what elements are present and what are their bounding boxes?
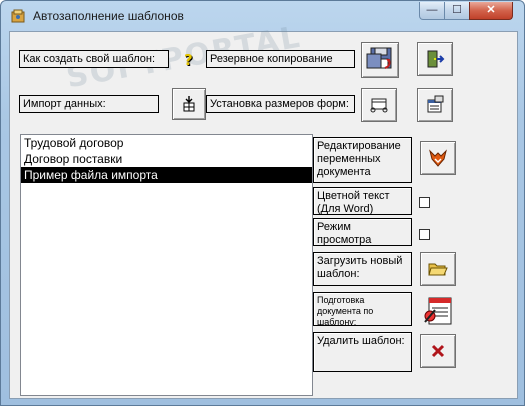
prepare-doc-label: Подготовка документа по шаблону: xyxy=(313,292,412,326)
title-bar[interactable]: Автозаполнение шаблонов — ☐ ✕ xyxy=(1,1,524,31)
prepare-doc-button[interactable] xyxy=(420,293,456,329)
view-mode-label: Режим просмотра шаблона xyxy=(313,218,412,246)
floppy-backup-icon xyxy=(366,47,392,69)
import-button[interactable] xyxy=(172,88,206,120)
edit-variables-button[interactable] xyxy=(420,141,456,175)
fox-edit-icon xyxy=(429,149,447,167)
edit-variables-label: Редактирование переменных документа xyxy=(313,137,412,183)
exit-door-icon xyxy=(427,50,445,68)
form-size-button[interactable] xyxy=(361,88,397,122)
backup-button[interactable] xyxy=(361,42,399,78)
how-to-create-label: Как создать свой шаблон: xyxy=(19,50,169,68)
list-item[interactable]: Договор поставки xyxy=(21,151,312,167)
document-prepare-icon xyxy=(424,297,452,325)
open-folder-icon xyxy=(428,263,448,276)
client-area: SOFTPORTAL Как создать свой шаблон: ? ? … xyxy=(9,20,518,399)
load-template-label: Загрузить новый шаблон: xyxy=(313,252,412,286)
svg-text:?: ? xyxy=(184,51,193,69)
form-size-label: Установка размеров форм: xyxy=(206,95,355,113)
list-item-selected[interactable]: Пример файла импорта xyxy=(21,167,312,183)
close-button[interactable]: ✕ xyxy=(469,2,513,20)
app-icon xyxy=(11,9,25,23)
template-list[interactable]: Трудовой договор Договор поставки Пример… xyxy=(20,134,313,396)
import-label: Импорт данных: xyxy=(19,95,159,113)
help-button[interactable]: ? ? xyxy=(172,43,208,77)
settings-button[interactable] xyxy=(417,88,453,122)
delete-template-button[interactable] xyxy=(420,334,456,368)
color-text-label: Цветной текст (Для Word) xyxy=(313,187,412,215)
minimize-button[interactable]: — xyxy=(419,2,445,20)
main-window: Автозаполнение шаблонов — ☐ ✕ SOFTPORTAL… xyxy=(0,0,525,406)
window-title: Автозаполнение шаблонов xyxy=(33,9,184,23)
settings-form-icon xyxy=(427,95,444,113)
import-arrow-icon xyxy=(183,96,195,112)
load-template-button[interactable] xyxy=(420,252,456,286)
delete-x-icon xyxy=(431,344,445,358)
view-mode-checkbox[interactable] xyxy=(419,229,430,240)
list-item[interactable]: Трудовой договор xyxy=(21,135,312,151)
delete-template-label: Удалить шаблон: xyxy=(313,332,412,372)
exit-button[interactable] xyxy=(417,42,453,76)
question-mark-icon: ? ? xyxy=(184,51,194,69)
form-resize-icon xyxy=(370,98,388,113)
color-text-checkbox[interactable] xyxy=(419,197,430,208)
maximize-button[interactable]: ☐ xyxy=(444,2,470,20)
backup-label: Резервное копирование БД: xyxy=(206,50,355,68)
